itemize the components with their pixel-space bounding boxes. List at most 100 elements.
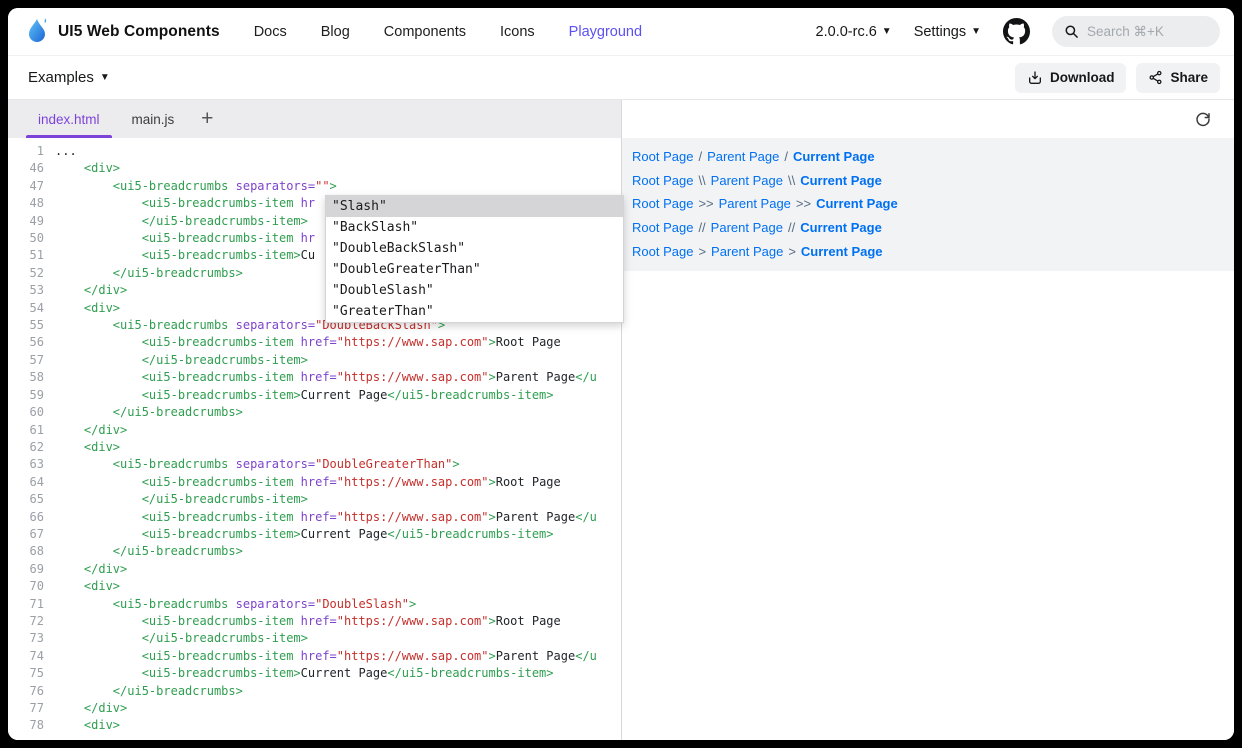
breadcrumb-row: Root Page>Parent Page>Current Page <box>622 239 1234 263</box>
code-line: 65 </ui5-breadcrumbs-item> <box>8 491 621 508</box>
code-token: "https://www.sap.com" <box>337 475 489 489</box>
autocomplete-option[interactable]: "DoubleSlash" <box>326 280 623 301</box>
code-token: "https://www.sap.com" <box>337 370 489 384</box>
code-token: </ui5-breadcrumbs> <box>55 684 243 698</box>
code-token: <ui5-breadcrumbs <box>55 597 228 611</box>
code-token: href= <box>293 475 336 489</box>
download-icon <box>1027 70 1043 86</box>
code-token: > <box>489 649 496 663</box>
nav-link-icons[interactable]: Icons <box>500 24 535 40</box>
line-content: <ui5-breadcrumbs-item href="https://www.… <box>44 648 597 665</box>
code-line: 46 <div> <box>8 160 621 177</box>
line-number: 73 <box>8 630 44 647</box>
settings-dropdown[interactable]: Settings ▼ <box>914 24 981 40</box>
code-token: </ui5-breadcrumbs-item> <box>387 388 553 402</box>
nav-link-docs[interactable]: Docs <box>254 24 287 40</box>
code-token: separators= <box>228 597 315 611</box>
code-token: <div> <box>55 161 120 175</box>
line-number: 68 <box>8 543 44 560</box>
code-token: > <box>489 475 496 489</box>
breadcrumb-link[interactable]: Root Page <box>632 149 693 164</box>
code-line: 74 <ui5-breadcrumbs-item href="https://w… <box>8 648 621 665</box>
code-token: hr <box>293 231 315 245</box>
breadcrumb-link[interactable]: Root Page <box>632 244 693 259</box>
nav-link-blog[interactable]: Blog <box>321 24 350 40</box>
breadcrumb-link[interactable]: Parent Page <box>711 220 783 235</box>
examples-dropdown[interactable]: Examples ▼ <box>28 69 110 86</box>
line-content: </div> <box>44 700 127 717</box>
code-token: <ui5-breadcrumbs-item <box>55 614 293 628</box>
autocomplete-option[interactable]: "Slash" <box>326 196 623 217</box>
breadcrumb-current: Current Page <box>793 149 875 164</box>
chevron-down-icon: ▼ <box>100 73 110 83</box>
github-link[interactable] <box>1003 18 1030 45</box>
breadcrumb-link[interactable]: Root Page <box>632 220 693 235</box>
breadcrumb-link[interactable]: Parent Page <box>707 149 779 164</box>
breadcrumb-link[interactable]: Parent Page <box>719 196 791 211</box>
refresh-button[interactable] <box>1194 110 1212 128</box>
code-token: </ui5-breadcrumbs-item> <box>55 492 308 506</box>
code-token: "https://www.sap.com" <box>337 614 489 628</box>
code-token: > <box>489 614 496 628</box>
version-dropdown[interactable]: 2.0.0-rc.6 ▼ <box>816 24 892 40</box>
code-token: "https://www.sap.com" <box>337 510 489 524</box>
code-line: 67 <ui5-breadcrumbs-item>Current Page</u… <box>8 526 621 543</box>
breadcrumb-link[interactable]: Parent Page <box>711 173 783 188</box>
download-button[interactable]: Download <box>1015 63 1127 93</box>
line-number: 69 <box>8 561 44 578</box>
app-window: UI5 Web Components Docs Blog Components Ico… <box>8 8 1234 740</box>
breadcrumb-link[interactable]: Parent Page <box>711 244 783 259</box>
line-content: <ui5-breadcrumbs separators="DoubleGreat… <box>44 456 460 473</box>
code-token: > <box>409 597 416 611</box>
breadcrumb-separator: // <box>788 220 795 235</box>
breadcrumb-separator: >> <box>796 196 811 211</box>
code-token: <ui5-breadcrumbs-item <box>55 335 293 349</box>
code-token: separators= <box>228 179 315 193</box>
code-token: <div> <box>55 440 120 454</box>
share-button[interactable]: Share <box>1136 63 1220 93</box>
code-token: href= <box>293 614 336 628</box>
autocomplete-option[interactable]: "DoubleGreaterThan" <box>326 259 623 280</box>
line-number: 50 <box>8 230 44 247</box>
brand-title: UI5 Web Components <box>58 23 220 41</box>
breadcrumb-link[interactable]: Root Page <box>632 173 693 188</box>
line-content: ... <box>44 143 77 160</box>
line-content: <ui5-breadcrumbs-item href="https://www.… <box>44 474 561 491</box>
breadcrumb-separator: >> <box>698 196 713 211</box>
tab-index.html[interactable]: index.html <box>22 100 116 138</box>
code-token: <div> <box>55 579 120 593</box>
line-content: <div> <box>44 717 120 734</box>
tab-main.js[interactable]: main.js <box>116 100 191 138</box>
line-content: <ui5-breadcrumbs-item hr <box>44 195 315 212</box>
code-token: <ui5-breadcrumbs <box>55 457 228 471</box>
code-line: 71 <ui5-breadcrumbs separators="DoubleSl… <box>8 596 621 613</box>
code-token: <ui5-breadcrumbs-item> <box>55 527 301 541</box>
search-input[interactable] <box>1087 24 1197 39</box>
code-line: 76 </ui5-breadcrumbs> <box>8 683 621 700</box>
line-content: <ui5-breadcrumbs-item>Current Page</ui5-… <box>44 665 554 682</box>
code-token: separators= <box>228 318 315 332</box>
autocomplete-option[interactable]: "GreaterThan" <box>326 301 623 322</box>
nav-link-playground[interactable]: Playground <box>569 24 642 40</box>
breadcrumb-link[interactable]: Root Page <box>632 196 693 211</box>
add-file-button[interactable]: + <box>190 100 224 138</box>
code-token: </ui5-breadcrumbs-item> <box>387 527 553 541</box>
code-token: "" <box>315 179 329 193</box>
editor-tabs: index.htmlmain.js <box>22 100 190 138</box>
brand[interactable]: UI5 Web Components <box>24 17 220 47</box>
code-token: </div> <box>55 423 127 437</box>
autocomplete-option[interactable]: "DoubleBackSlash" <box>326 238 623 259</box>
line-content: <ui5-breadcrumbs-item href="https://www.… <box>44 369 597 386</box>
nav-link-components[interactable]: Components <box>384 24 466 40</box>
line-content: <div> <box>44 439 120 456</box>
search-box[interactable] <box>1052 16 1220 47</box>
line-number: 77 <box>8 700 44 717</box>
subbar-actions: Download Share <box>1015 63 1220 93</box>
line-number: 1 <box>8 143 44 160</box>
line-number: 55 <box>8 317 44 334</box>
code-token: </div> <box>55 562 127 576</box>
preview-panel: Root Page/Parent Page/Current PageRoot P… <box>622 100 1234 740</box>
autocomplete-option[interactable]: "BackSlash" <box>326 217 623 238</box>
code-token: Cu <box>301 248 315 262</box>
code-token: Root Page <box>496 335 561 349</box>
